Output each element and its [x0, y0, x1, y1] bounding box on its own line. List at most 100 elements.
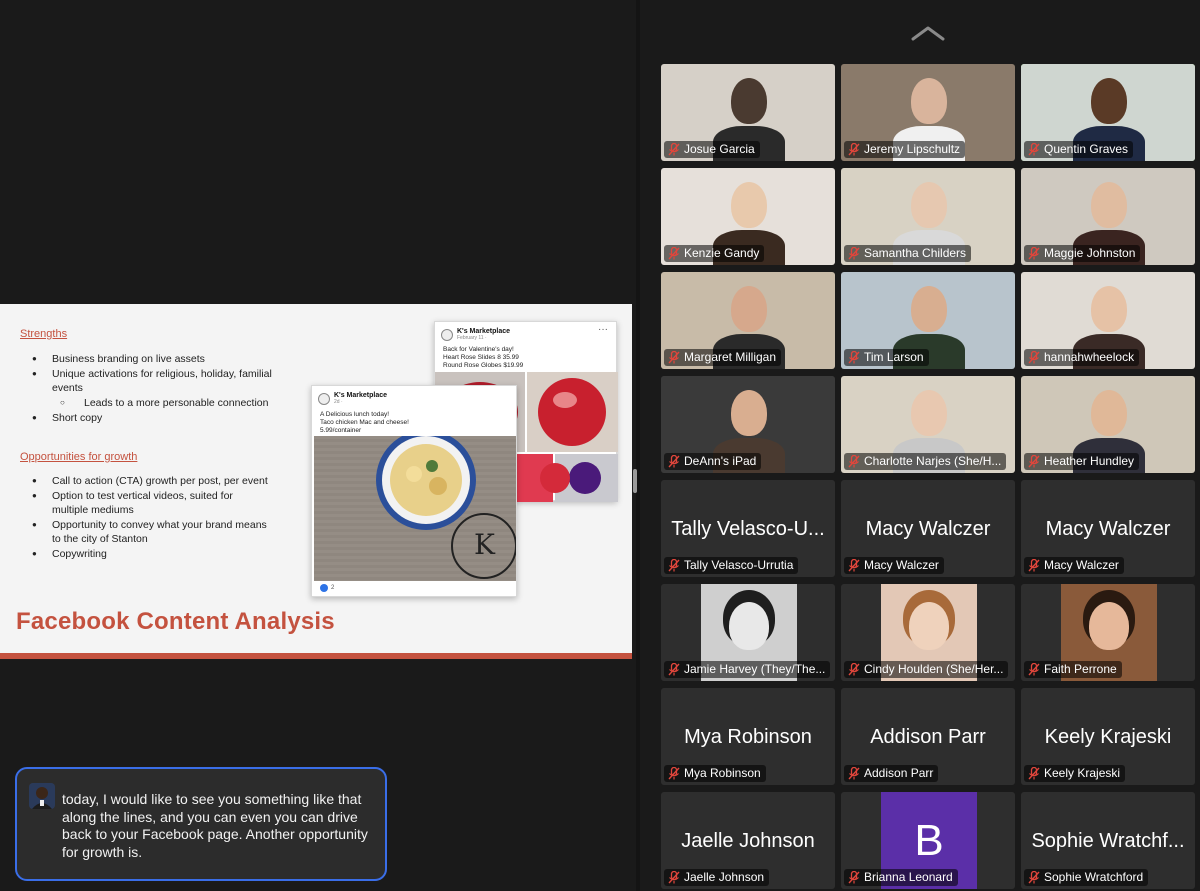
shared-slide: Strengths Business branding on live asse… [0, 304, 632, 678]
participant-name: DeAnn's iPad [664, 453, 762, 470]
mic-muted-icon [668, 246, 680, 260]
post-text: A Delicious lunch today! Taco chicken Ma… [320, 411, 409, 434]
participant-tile[interactable]: B Brianna Leonard [841, 792, 1015, 889]
growth-heading: Opportunities for growth [20, 451, 138, 463]
participant-tile[interactable]: Addison Parr Addison Parr [841, 688, 1015, 785]
mic-muted-icon [848, 558, 860, 572]
strengths-list: Business branding on live assets Unique … [32, 352, 272, 426]
mic-muted-icon [668, 142, 680, 156]
participant-tile[interactable]: Keely Krajeski Keely Krajeski [1021, 688, 1195, 785]
participant-name: Charlotte Narjes (She/H... [844, 453, 1007, 470]
shared-screen-area: Strengths Business branding on live asse… [0, 0, 640, 891]
participant-name-text: Samantha Childers [864, 246, 967, 260]
participant-name-text: Jeremy Lipschultz [864, 142, 961, 156]
participant-tile[interactable]: Samantha Childers [841, 168, 1015, 265]
mic-muted-icon [848, 454, 860, 468]
participant-tile[interactable]: Faith Perrone [1021, 584, 1195, 681]
mic-muted-icon [1028, 662, 1040, 676]
participant-tile[interactable]: Heather Hundley [1021, 376, 1195, 473]
mic-muted-icon [668, 870, 680, 884]
post-date: 2d · [334, 399, 343, 405]
display-name: Macy Walczer [1045, 518, 1171, 540]
participant-name-text: Jamie Harvey (They/The... [684, 662, 826, 676]
participant-tile[interactable]: Macy Walczer Macy Walczer [841, 480, 1015, 577]
participant-tile[interactable]: Maggie Johnston [1021, 168, 1195, 265]
display-name: Keely Krajeski [1044, 726, 1172, 748]
post-text: Back for Valentine's day! Heart Rose Sli… [443, 346, 524, 369]
facebook-post-front: K's Marketplace 2d · A Delicious lunch t… [311, 385, 517, 597]
participant-name-text: Brianna Leonard [864, 870, 953, 884]
list-item: Option to test vertical videos, suited f… [32, 489, 272, 517]
page-logo-icon [441, 328, 453, 341]
participant-name: Brianna Leonard [844, 869, 958, 886]
mac-and-cheese-photo: K [314, 436, 516, 581]
mic-muted-icon [848, 662, 860, 676]
participant-tile[interactable]: Sophie Wratchf... Sophie Wratchford [1021, 792, 1195, 889]
growth-list: Call to action (CTA) growth per post, pe… [32, 474, 272, 562]
participant-tile[interactable]: hannahwheelock [1021, 272, 1195, 369]
post-date: February 11 · [457, 335, 487, 341]
participant-tile[interactable]: Jamie Harvey (They/The... [661, 584, 835, 681]
mic-muted-icon [1028, 142, 1040, 156]
mic-muted-icon [668, 766, 680, 780]
participant-tile[interactable]: Tally Velasco-U... Tally Velasco-Urrutia [661, 480, 835, 577]
post-author: K's Marketplace [334, 392, 388, 399]
participant-name-text: Faith Perrone [1044, 662, 1117, 676]
svg-text:K: K [474, 528, 496, 561]
participant-tile[interactable]: Josue Garcia [661, 64, 835, 161]
participant-tile[interactable]: Macy Walczer Macy Walczer [1021, 480, 1195, 577]
participant-name-text: Heather Hundley [1044, 454, 1135, 468]
participant-name-text: Macy Walczer [864, 558, 939, 572]
participant-name: Jaelle Johnson [664, 869, 770, 886]
participant-name: Tally Velasco-Urrutia [664, 557, 799, 574]
participant-name-text: hannahwheelock [1044, 350, 1135, 364]
participant-name: Sophie Wratchford [1024, 869, 1149, 886]
participant-tile[interactable]: Jeremy Lipschultz [841, 64, 1015, 161]
mic-muted-icon [668, 350, 680, 364]
participant-tile[interactable]: DeAnn's iPad [661, 376, 835, 473]
display-name: Addison Parr [870, 726, 986, 748]
participant-name: Keely Krajeski [1024, 765, 1126, 782]
participant-name: Samantha Childers [844, 245, 972, 262]
participant-tile[interactable]: Tim Larson [841, 272, 1015, 369]
list-item: Call to action (CTA) growth per post, pe… [32, 474, 272, 488]
participant-tile[interactable]: Mya Robinson Mya Robinson [661, 688, 835, 785]
participant-tile[interactable]: Margaret Milligan [661, 272, 835, 369]
participant-name-text: Maggie Johnston [1044, 246, 1136, 260]
participant-name: Addison Parr [844, 765, 939, 782]
mic-muted-icon [1028, 246, 1040, 260]
participant-tile[interactable]: Quentin Graves [1021, 64, 1195, 161]
display-name: Mya Robinson [684, 726, 812, 748]
participant-tile[interactable]: Charlotte Narjes (She/H... [841, 376, 1015, 473]
list-item: Unique activations for religious, holida… [32, 367, 272, 395]
participant-name-text: Keely Krajeski [1044, 766, 1121, 780]
participant-name: Cindy Houlden (She/Her... [844, 661, 1009, 678]
participant-name-text: Josue Garcia [684, 142, 755, 156]
participant-name-text: Margaret Milligan [684, 350, 777, 364]
participant-tile[interactable]: Jaelle Johnson Jaelle Johnson [661, 792, 835, 889]
resize-handle[interactable] [633, 469, 637, 493]
participant-name-text: Jaelle Johnson [684, 870, 765, 884]
mic-muted-icon [668, 662, 680, 676]
participant-tile[interactable]: Cindy Houlden (She/Her... [841, 584, 1015, 681]
participant-name-text: Cindy Houlden (She/Her... [864, 662, 1004, 676]
display-name: Sophie Wratchf... [1031, 830, 1185, 852]
participant-name-text: DeAnn's iPad [684, 454, 757, 468]
like-icon [320, 584, 328, 592]
participant-tile[interactable]: Kenzie Gandy [661, 168, 835, 265]
chevron-up-icon[interactable] [910, 24, 946, 42]
slide-title: Facebook Content Analysis [16, 608, 335, 635]
splitter[interactable] [636, 0, 640, 891]
participant-name: Macy Walczer [844, 557, 944, 574]
mic-muted-icon [848, 766, 860, 780]
participant-name: Macy Walczer [1024, 557, 1124, 574]
mic-muted-icon [1028, 766, 1040, 780]
page-logo-icon [318, 392, 330, 405]
participant-name-text: Sophie Wratchford [1044, 870, 1144, 884]
participant-name-text: Kenzie Gandy [684, 246, 760, 260]
mic-muted-icon [1028, 350, 1040, 364]
speaker-avatar [29, 783, 55, 809]
list-item: Short copy [32, 411, 272, 425]
display-name: Jaelle Johnson [681, 830, 815, 852]
mic-muted-icon [1028, 870, 1040, 884]
